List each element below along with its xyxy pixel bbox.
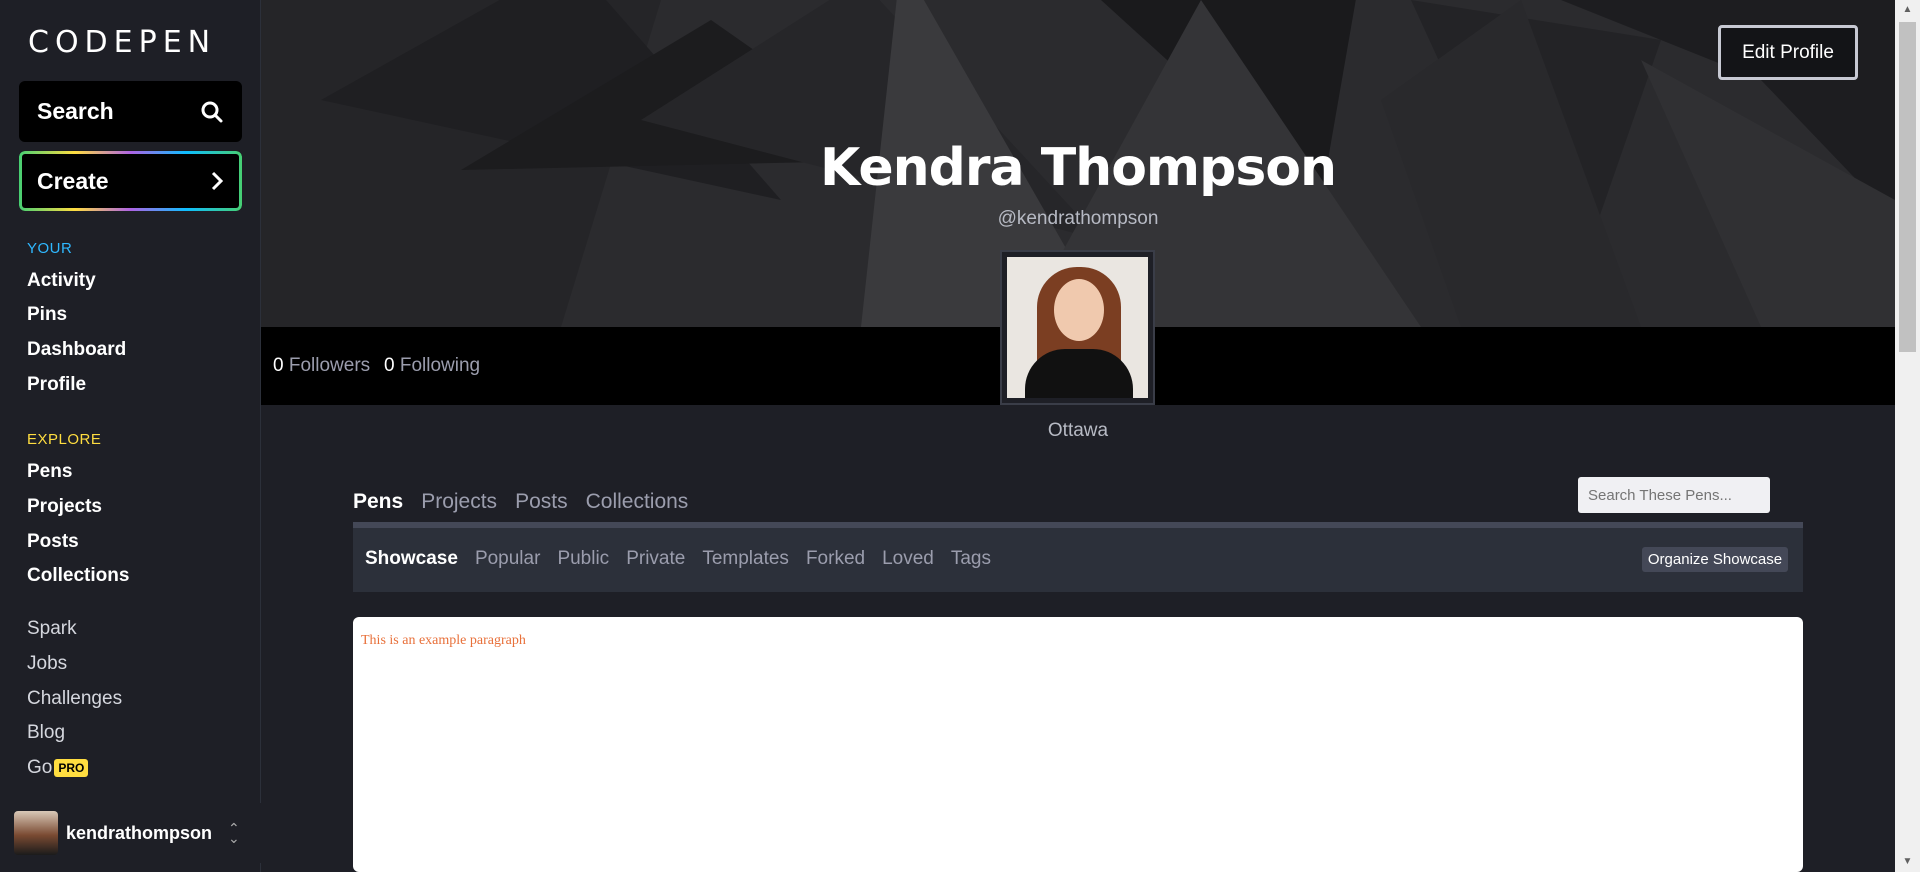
sidebar: CODEPEN Search Create YOUR Activity Pins… [0,0,261,872]
explore-heading: EXPLORE [27,431,102,448]
sidebar-item-dashboard[interactable]: Dashboard [27,339,126,361]
preview-paragraph: This is an example paragraph [361,633,526,648]
avatar [14,811,58,855]
scroll-down-icon[interactable]: ▼ [1895,852,1920,872]
following-label: Following [399,355,481,376]
scroll-thumb[interactable] [1899,22,1916,352]
chevron-right-icon [211,171,224,191]
following-count: 0 [384,355,395,376]
user-menu[interactable]: kendrathompson ⌃ ⌄ [0,803,261,863]
page-scrollbar[interactable]: ▲ ▼ [1895,0,1920,872]
chevron-updown-icon: ⌃ ⌄ [228,820,240,846]
subnav-tabs: Showcase Popular Public Private Template… [365,548,991,570]
profile-handle: @kendrathompson [997,208,1159,229]
subtab-forked[interactable]: Forked [806,548,865,570]
subtab-loved[interactable]: Loved [882,548,934,570]
profile-location: Ottawa [1047,420,1109,441]
followers-label: Followers [288,355,371,376]
sidebar-item-pens[interactable]: Pens [27,461,72,483]
followers-count: 0 [273,355,284,376]
sidebar-item-go[interactable]: Go PRO [27,757,89,779]
profile-avatar [1000,250,1155,405]
create-button[interactable]: Create [19,151,242,211]
organize-showcase-button[interactable]: Organize Showcase [1642,547,1788,572]
create-label: Create [37,167,109,194]
sidebar-item-profile[interactable]: Profile [27,374,86,396]
pro-badge: PRO [54,758,89,777]
subtab-private[interactable]: Private [626,548,685,570]
tab-pens[interactable]: Pens [353,490,403,514]
sidebar-item-posts[interactable]: Posts [27,531,79,553]
search-pens-input[interactable] [1578,477,1770,513]
sidebar-item-challenges[interactable]: Challenges [27,688,122,710]
username: kendrathompson [66,822,213,843]
subtab-tags[interactable]: Tags [951,548,991,570]
content-tabs: Pens Projects Posts Collections [353,490,688,514]
profile-name: Kendra Thompson [819,138,1337,198]
search-button[interactable]: Search [19,81,242,142]
logo-text: CODEPEN [28,24,217,60]
followers-link[interactable]: 0 Followers [273,355,370,377]
tab-posts[interactable]: Posts [515,490,568,514]
avatar-image [1007,257,1148,398]
edit-profile-button[interactable]: Edit Profile [1718,25,1858,80]
sidebar-item-pins[interactable]: Pins [27,304,67,326]
go-label: Go [27,757,53,778]
tab-projects[interactable]: Projects [421,490,497,514]
sidebar-item-collections[interactable]: Collections [27,565,129,587]
sidebar-item-jobs[interactable]: Jobs [27,653,67,675]
sidebar-item-spark[interactable]: Spark [27,618,77,640]
subtab-showcase[interactable]: Showcase [365,548,458,570]
codepen-logo[interactable]: CODEPEN [28,22,216,62]
showcase-preview[interactable]: This is an example paragraph [353,617,1803,872]
subtab-popular[interactable]: Popular [475,548,541,570]
sidebar-item-activity[interactable]: Activity [27,270,96,292]
subtab-public[interactable]: Public [557,548,609,570]
sidebar-item-projects[interactable]: Projects [27,496,102,518]
sidebar-item-blog[interactable]: Blog [27,722,65,744]
subtab-templates[interactable]: Templates [702,548,789,570]
your-heading: YOUR [27,240,73,257]
tab-collections[interactable]: Collections [586,490,689,514]
following-link[interactable]: 0 Following [384,355,480,377]
scroll-up-icon[interactable]: ▲ [1895,0,1920,20]
search-label: Search [37,98,114,124]
search-icon [201,101,223,122]
